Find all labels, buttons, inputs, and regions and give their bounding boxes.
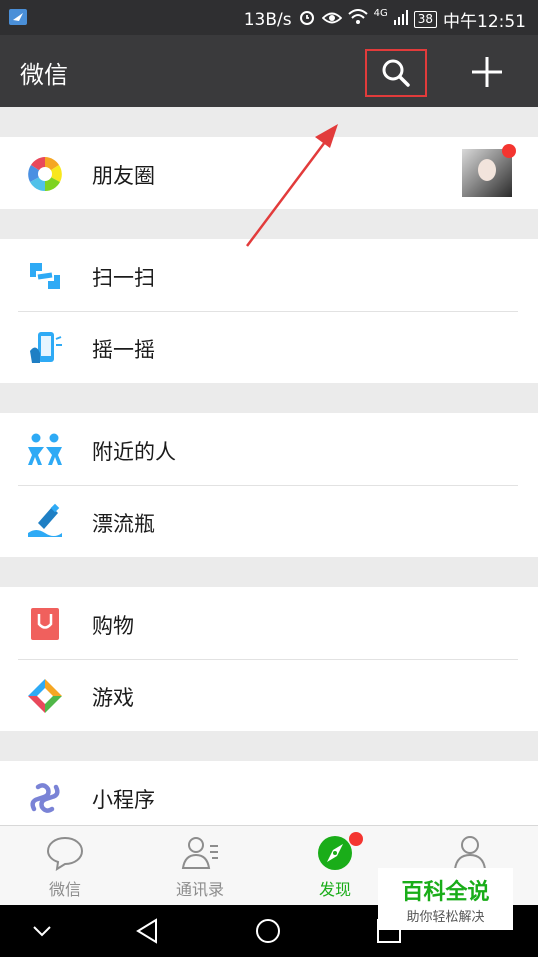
list-item-label: 购物 (92, 614, 134, 638)
avatar (478, 159, 496, 181)
compass-icon (315, 832, 363, 872)
group-scan-shake: 扫一扫 摇一摇 (0, 239, 538, 383)
list-item-label: 漂流瓶 (92, 512, 155, 536)
section-gap (0, 731, 538, 761)
signal-icon (393, 9, 408, 30)
section-gap (0, 557, 538, 587)
list-item-moments[interactable]: 朋友圈 (0, 137, 538, 209)
section-gap (0, 107, 538, 137)
list-item-mini-program[interactable]: 小程序 (0, 761, 538, 833)
watermark-subtitle: 助你轻松解决 (406, 910, 485, 925)
tab-label: 发现 (318, 880, 351, 899)
eye-icon (321, 10, 342, 30)
tab-contacts[interactable]: 通讯录 (155, 834, 245, 900)
shake-icon (26, 329, 64, 367)
list-item-scan[interactable]: 扫一扫 (0, 239, 538, 311)
battery-icon: 38 (413, 11, 437, 28)
list-item-label: 摇一摇 (92, 338, 155, 362)
status-bar: 13B/s 4G 38 中午12:51 (0, 0, 538, 35)
watermark-logo: 百科全说 助你轻松解决 (378, 868, 513, 930)
group-moments: 朋友圈 (0, 137, 538, 209)
group-nearby-bottle: 附近的人 漂流瓶 (0, 413, 538, 557)
contacts-icon (180, 834, 220, 872)
app-bar: 微信 (0, 35, 538, 107)
me-icon (450, 834, 490, 872)
games-icon (26, 677, 64, 715)
plus-icon (472, 57, 502, 87)
back-icon[interactable] (134, 917, 162, 949)
section-gap (0, 209, 538, 239)
list-item-people-nearby[interactable]: 附近的人 (0, 413, 538, 485)
home-icon[interactable] (254, 917, 282, 949)
people-nearby-icon (26, 431, 64, 469)
scan-icon (26, 257, 64, 295)
group-shopping-games: 购物 游戏 (0, 587, 538, 731)
notification-icon (8, 8, 28, 31)
tab-label: 微信 (48, 880, 81, 899)
moments-icon (26, 155, 64, 193)
discover-list: 朋友圈 扫一扫 摇一摇 附近的人 漂流瓶 购物 游戏 小程序 (0, 107, 538, 833)
list-item-shopping[interactable]: 购物 (0, 587, 538, 659)
list-item-games[interactable]: 游戏 (0, 659, 538, 731)
status-icons: 13B/s 4G 38 中午12:51 (244, 7, 526, 32)
list-item-label: 游戏 (92, 686, 134, 710)
list-item-label: 小程序 (92, 788, 155, 812)
chat-icon (45, 834, 85, 872)
shopping-icon (26, 605, 64, 643)
tab-chats[interactable]: 微信 (20, 834, 110, 900)
search-icon (382, 59, 410, 87)
app-title: 微信 (20, 61, 68, 89)
chevron-down-icon[interactable] (30, 921, 54, 945)
watermark-title: 百科全说 (401, 880, 490, 905)
status-time: 中午12:51 (443, 12, 526, 32)
wifi-icon (347, 9, 368, 30)
mini-program-icon (26, 779, 64, 817)
list-item-drift-bottle[interactable]: 漂流瓶 (0, 485, 538, 557)
tab-discover[interactable]: 发现 (290, 832, 380, 900)
discover-badge (349, 832, 363, 846)
group-mini-program: 小程序 (0, 761, 538, 833)
alarm-icon (298, 8, 316, 31)
network-type: 4G (373, 8, 388, 19)
list-item-label: 附近的人 (92, 440, 176, 464)
add-button[interactable] (468, 53, 506, 91)
moments-badge (502, 144, 516, 158)
drift-bottle-icon (26, 503, 64, 541)
network-speed: 13B/s (243, 9, 292, 30)
section-gap (0, 383, 538, 413)
tab-label: 通讯录 (175, 880, 224, 899)
list-item-label: 扫一扫 (92, 266, 155, 290)
list-item-shake[interactable]: 摇一摇 (0, 311, 538, 383)
search-button[interactable] (365, 49, 427, 97)
list-item-label: 朋友圈 (92, 164, 155, 188)
